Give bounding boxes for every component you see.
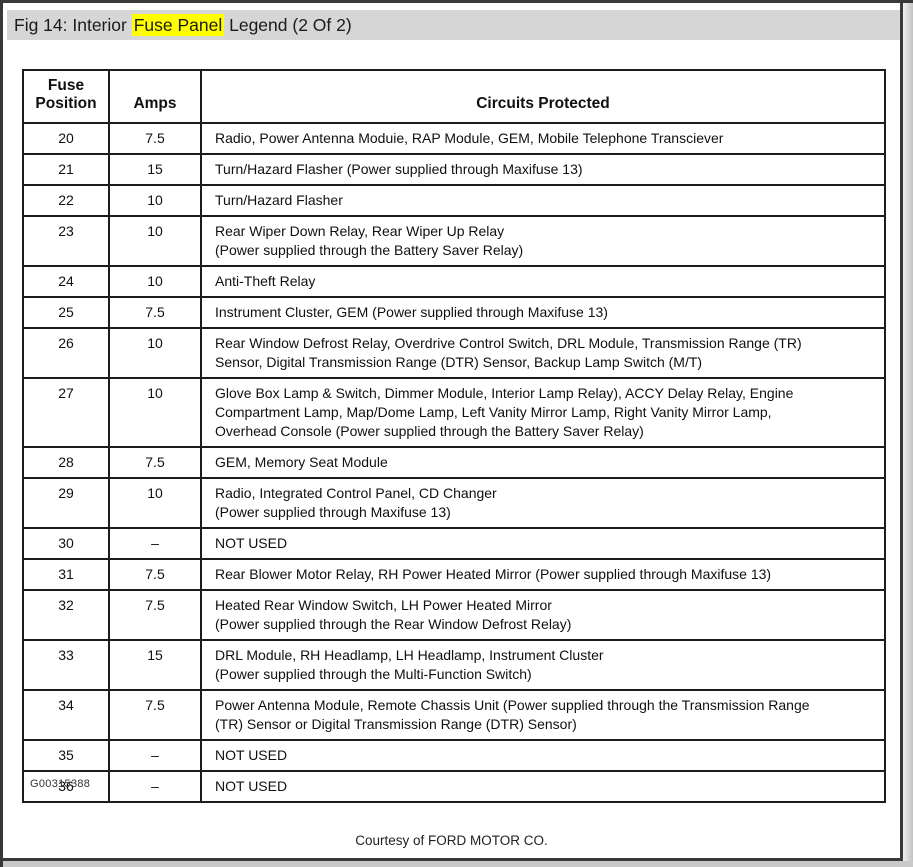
table-row: 35– NOT USED bbox=[22, 739, 886, 772]
amps-cell: – bbox=[108, 527, 202, 560]
circuits-cell: Radio, Power Antenna Moduie, RAP Module,… bbox=[200, 122, 886, 155]
header-amps: Amps bbox=[108, 69, 202, 124]
fuse-position-cell: 22 bbox=[22, 184, 110, 217]
fuse-position-cell: 30 bbox=[22, 527, 110, 560]
circuits-cell: Rear Window Defrost Relay, Overdrive Con… bbox=[200, 327, 886, 379]
table-row: 23 10 Rear Wiper Down Relay, Rear Wiper Up… bbox=[22, 215, 886, 267]
amps-cell: 10 bbox=[108, 215, 202, 267]
fuse-position-cell: 26 bbox=[22, 327, 110, 379]
fuse-position-cell: 34 bbox=[22, 689, 110, 741]
circuits-cell: Glove Box Lamp & Switch, Dimmer Module, … bbox=[200, 377, 886, 448]
fuse-position-cell: 35 bbox=[22, 739, 110, 772]
circuits-cell: DRL Module, RH Headlamp, LH Headlamp, In… bbox=[200, 639, 886, 691]
header-fuse-position: Fuse Position bbox=[22, 69, 110, 124]
amps-cell: 10 bbox=[108, 377, 202, 448]
fuse-position-cell: 20 bbox=[22, 122, 110, 155]
circuits-cell: Turn/Hazard Flasher (Power supplied thro… bbox=[200, 153, 886, 186]
circuits-cell: Heated Rear Window Switch, LH Power Heat… bbox=[200, 589, 886, 641]
table-row: 25 7.5 Instrument Cluster, GEM (Power supp… bbox=[22, 296, 886, 329]
amps-cell: 10 bbox=[108, 327, 202, 379]
circuits-cell: NOT USED bbox=[200, 527, 886, 560]
fuse-position-cell: 23 bbox=[22, 215, 110, 267]
table-row: 29 10 Radio, Integrated Control Panel, CD … bbox=[22, 477, 886, 529]
amps-cell: – bbox=[108, 770, 202, 803]
left-edge-strip bbox=[0, 0, 3, 867]
fuse-position-cell: 28 bbox=[22, 446, 110, 479]
table-row: 31 7.5 Rear Blower Motor Relay, RH Power H… bbox=[22, 558, 886, 591]
amps-cell: 7.5 bbox=[108, 589, 202, 641]
fuse-position-cell: 24 bbox=[22, 265, 110, 298]
table-row: 28 7.5 GEM, Memory Seat Module bbox=[22, 446, 886, 479]
table-row: 30– NOT USED bbox=[22, 527, 886, 560]
figure-title-prefix: Fig 14: Interior bbox=[14, 15, 127, 35]
right-edge-strip bbox=[903, 3, 913, 861]
fuse-position-cell: 33 bbox=[22, 639, 110, 691]
page-frame: Fig 14: Interior Fuse Panel Legend (2 Of… bbox=[0, 0, 903, 861]
table-row: 33 15 DRL Module, RH Headlamp, LH Headlamp… bbox=[22, 639, 886, 691]
table-row: 34 7.5 Power Antenna Module, Remote Chassi… bbox=[22, 689, 886, 741]
amps-cell: 10 bbox=[108, 184, 202, 217]
courtesy-note: Courtesy of FORD MOTOR CO. bbox=[355, 833, 548, 848]
fuse-position-cell: 27 bbox=[22, 377, 110, 448]
circuits-cell: GEM, Memory Seat Module bbox=[200, 446, 886, 479]
amps-cell: 10 bbox=[108, 265, 202, 298]
table-row: 32 7.5 Heated Rear Window Switch, LH Power… bbox=[22, 589, 886, 641]
table-row: 21 15 Turn/Hazard Flasher (Power supplied … bbox=[22, 153, 886, 186]
table-row: 26 10 Rear Window Defrost Relay, Overdrive… bbox=[22, 327, 886, 379]
amps-cell: 7.5 bbox=[108, 558, 202, 591]
circuits-cell: Rear Blower Motor Relay, RH Power Heated… bbox=[200, 558, 886, 591]
title-highlight: Fuse Panel bbox=[131, 14, 225, 36]
table-row: 20 7.5 Radio, Power Antenna Moduie, RAP Mo… bbox=[22, 122, 886, 155]
amps-cell: 7.5 bbox=[108, 296, 202, 329]
fuse-position-cell: 32 bbox=[22, 589, 110, 641]
fuse-position-cell: 21 bbox=[22, 153, 110, 186]
fuse-position-cell: 25 bbox=[22, 296, 110, 329]
circuits-cell: Anti-Theft Relay bbox=[200, 265, 886, 298]
fuse-position-cell: 29 bbox=[22, 477, 110, 529]
amps-cell: 7.5 bbox=[108, 122, 202, 155]
table-header-row: Fuse Position Amps Circuits Protected bbox=[22, 69, 886, 124]
amps-cell: 10 bbox=[108, 477, 202, 529]
fuse-position-cell: 31 bbox=[22, 558, 110, 591]
header-circuits-protected: Circuits Protected bbox=[200, 69, 886, 124]
amps-cell: – bbox=[108, 739, 202, 772]
circuits-cell: NOT USED bbox=[200, 739, 886, 772]
table-row: 24 10 Anti-Theft Relay bbox=[22, 265, 886, 298]
table-row: 36– NOT USED bbox=[22, 770, 886, 803]
amps-cell: 7.5 bbox=[108, 689, 202, 741]
title-bar: Fig 14: Interior Fuse Panel Legend (2 Of… bbox=[7, 10, 900, 40]
circuits-cell: Power Antenna Module, Remote Chassis Uni… bbox=[200, 689, 886, 741]
figure-code: G00315388 bbox=[30, 778, 91, 790]
circuits-cell: Instrument Cluster, GEM (Power supplied … bbox=[200, 296, 886, 329]
amps-cell: 15 bbox=[108, 639, 202, 691]
table-row: 22 10 Turn/Hazard Flasher bbox=[22, 184, 886, 217]
amps-cell: 15 bbox=[108, 153, 202, 186]
circuits-cell: NOT USED bbox=[200, 770, 886, 803]
fuse-table-body: 20 7.5 Radio, Power Antenna Moduie, RAP Mo… bbox=[22, 122, 886, 803]
circuits-cell: Rear Wiper Down Relay, Rear Wiper Up Rel… bbox=[200, 215, 886, 267]
circuits-cell: Turn/Hazard Flasher bbox=[200, 184, 886, 217]
circuits-cell: Radio, Integrated Control Panel, CD Chan… bbox=[200, 477, 886, 529]
amps-cell: 7.5 bbox=[108, 446, 202, 479]
figure-title-suffix: Legend (2 Of 2) bbox=[229, 15, 352, 35]
table-row: 27 10 Glove Box Lamp & Switch, Dimmer Modu… bbox=[22, 377, 886, 448]
fuse-table: Fuse Position Amps Circuits Protected 20… bbox=[22, 69, 886, 803]
